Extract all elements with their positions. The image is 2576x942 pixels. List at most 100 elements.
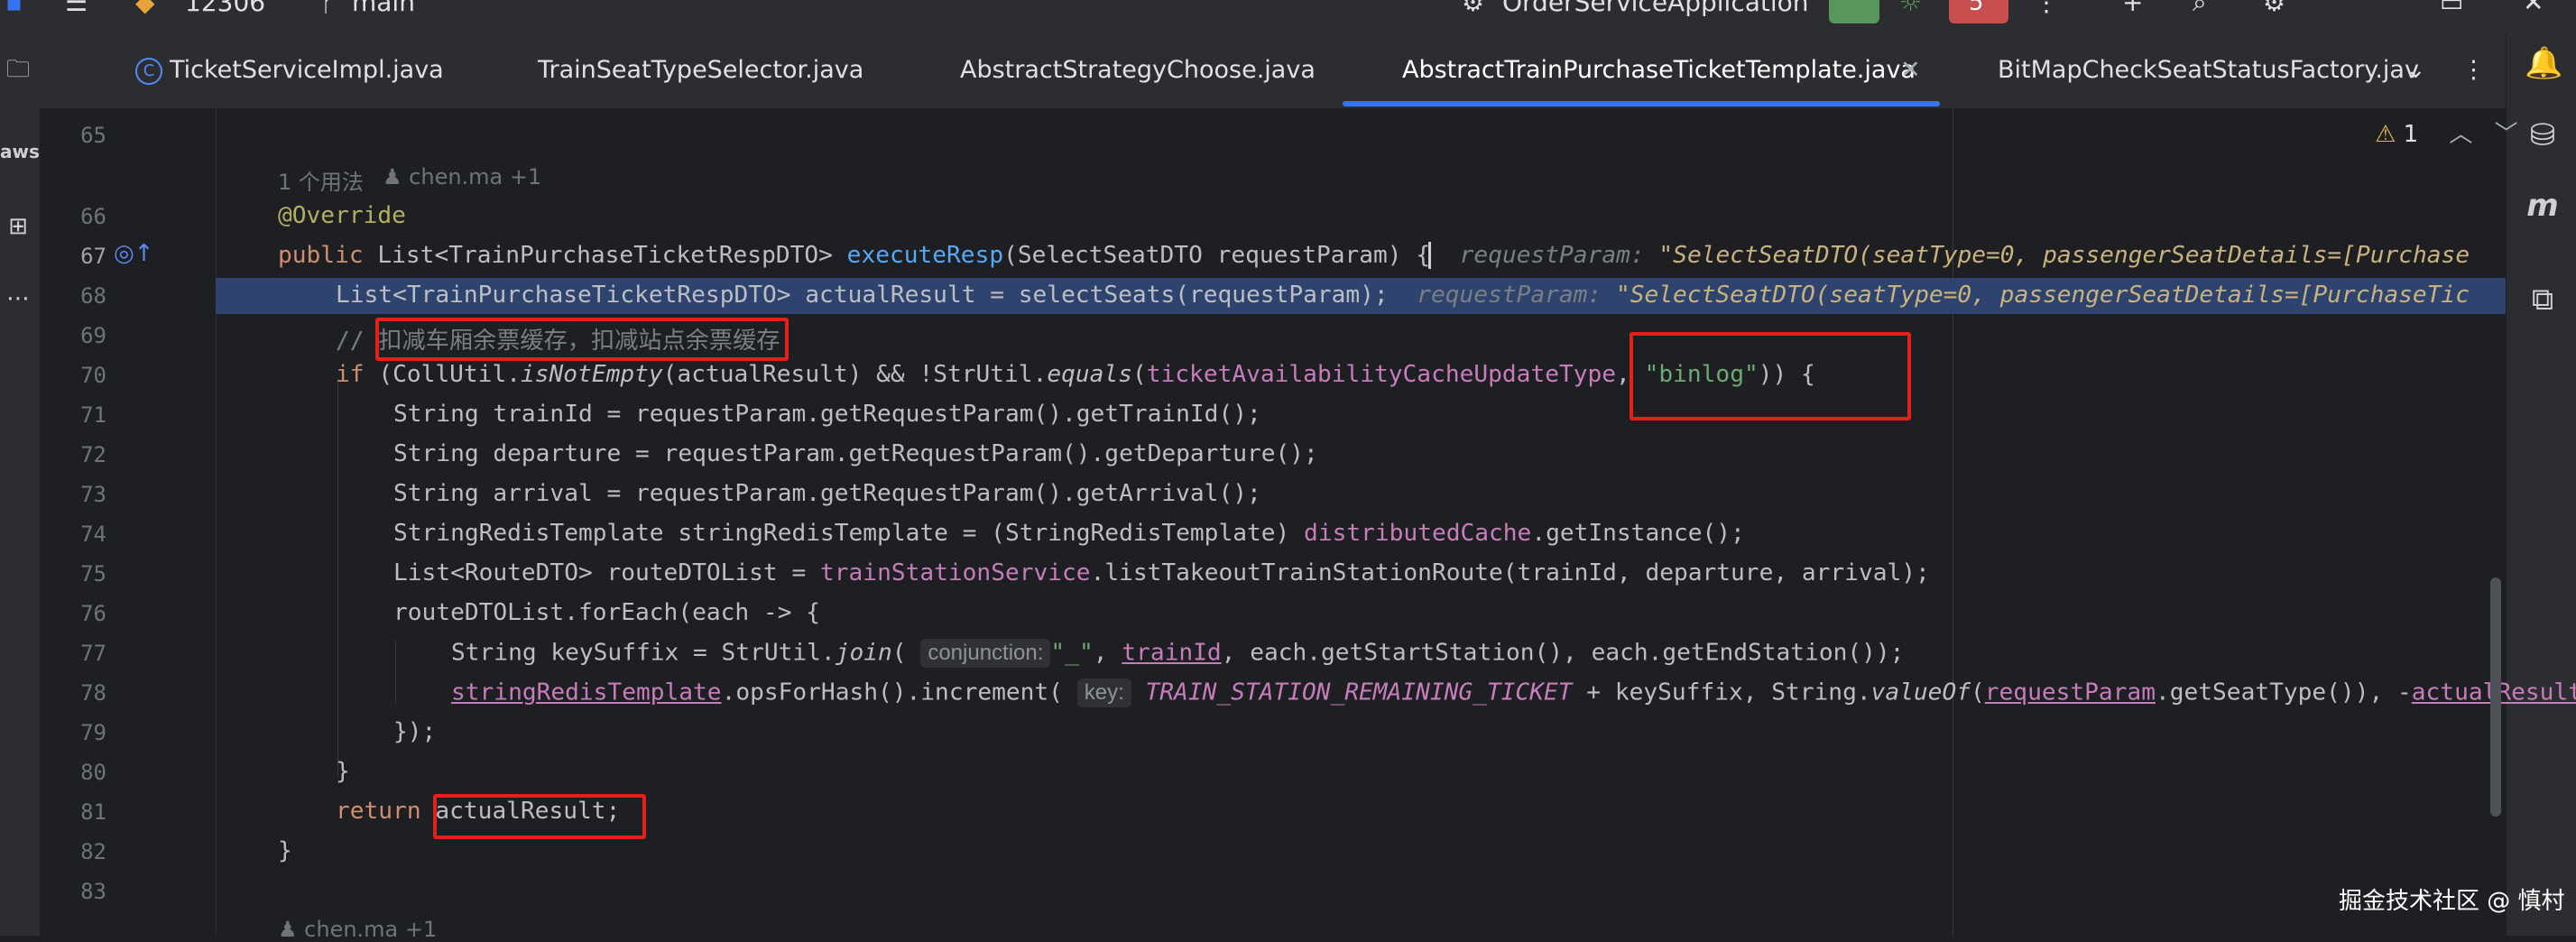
- tabs-dropdown-icon[interactable]: ⌄: [2405, 32, 2426, 108]
- tab-ticketserviceimpl[interactable]: C TicketServiceImpl.java: [135, 32, 444, 108]
- code-line-74: StringRedisTemplate stringRedisTemplate …: [393, 520, 1745, 547]
- tab-bitmapcheckseatstatus[interactable]: BitMapCheckSeatStatusFactory.jav: [1998, 32, 2419, 108]
- editor-tab-bar: C TicketServiceImpl.java TrainSeatTypeSel…: [40, 32, 2506, 110]
- author-name: chen.ma +1: [409, 164, 542, 189]
- structure-icon[interactable]: ⊞: [0, 213, 36, 240]
- branch-name[interactable]: main: [352, 0, 415, 17]
- warning-icon: ⚠: [2375, 121, 2396, 148]
- aws-icon[interactable]: aws: [0, 141, 40, 162]
- inlay-hint-conjunction: conjunction:: [920, 639, 1051, 668]
- line-number: 83: [80, 879, 106, 904]
- person-icon: ♟: [278, 917, 298, 942]
- active-tab-indicator: [1343, 101, 1940, 106]
- highlight-box-comment: [375, 318, 789, 361]
- project-name[interactable]: 12306: [185, 0, 265, 17]
- search-icon[interactable]: ⌕: [2193, 0, 2207, 18]
- add-user-icon[interactable]: +: [2122, 0, 2143, 17]
- branch-icon: ᚠ: [320, 0, 336, 17]
- notifications-bell-icon[interactable]: 🔔: [2525, 45, 2562, 81]
- line-number: 79: [80, 720, 106, 745]
- project-folder-icon[interactable]: 🗀: [0, 52, 36, 92]
- line-number: 66: [80, 204, 106, 229]
- tab-label: TrainSeatTypeSelector.java: [538, 56, 864, 84]
- code-line-67: public List<TrainPurchaseTicketRespDTO> …: [278, 242, 2470, 269]
- run-button[interactable]: [1829, 0, 1879, 23]
- line-number: 78: [80, 680, 106, 706]
- line-number: 75: [80, 561, 106, 586]
- code-line-68: List<TrainPurchaseTicketRespDTO> actualR…: [336, 282, 2470, 309]
- maven-icon[interactable]: m: [2525, 188, 2561, 224]
- param-hint-value: "SelectSeatDTO(seatType=0, passengerSeat…: [1658, 242, 2470, 269]
- code-line-71: String trainId = requestParam.getRequest…: [393, 401, 1261, 428]
- line-number: 73: [80, 482, 106, 507]
- line-number: 81: [80, 799, 106, 825]
- warnings-indicator[interactable]: ⚠ 1 ︿ ﹀: [2375, 115, 2518, 149]
- notification-count: 5: [1969, 0, 1984, 16]
- person-icon: ♟: [383, 164, 402, 189]
- main-menu-icon[interactable]: ☰: [65, 0, 88, 17]
- indent-guide: [337, 379, 338, 776]
- tabs-more-icon[interactable]: ⋮: [2461, 32, 2486, 108]
- run-config-name[interactable]: OrderServiceApplication: [1502, 0, 1809, 17]
- close-window-icon[interactable]: ✕: [2523, 0, 2544, 17]
- title-bar: ▪ ☰ ◆ 12306 ᚠ main ⚙ OrderServiceApplica…: [0, 0, 2576, 32]
- project-icon: ◆: [135, 0, 155, 17]
- next-highlight-icon[interactable]: ﹀: [2495, 121, 2518, 148]
- line-number: 70: [80, 363, 106, 388]
- code-line-76: routeDTOList.forEach(each -> {: [393, 599, 820, 626]
- database-icon[interactable]: ⛁: [2525, 117, 2561, 153]
- tab-label: TicketServiceImpl.java: [170, 56, 444, 84]
- copy-icon[interactable]: ⧉: [2525, 282, 2561, 318]
- indent-guide: [395, 641, 396, 704]
- tab-label: AbstractTrainPurchaseTicketTemplate.java: [1402, 56, 1916, 84]
- tab-abstractstrategychoose[interactable]: AbstractStrategyChoose.java: [960, 32, 1316, 108]
- param-hint-label: requestParam:: [1417, 282, 1602, 309]
- param-hint-label: requestParam:: [1459, 242, 1645, 269]
- watermark: 掘金技术社区 @ 慎村: [2339, 888, 2565, 915]
- app-logo-icon: ▪: [5, 0, 23, 17]
- line-number: 77: [80, 641, 106, 666]
- code-line-82: }: [278, 837, 292, 864]
- warning-count: 1: [2403, 121, 2419, 148]
- highlight-box-return: [433, 794, 646, 839]
- constant-name: TRAIN_STATION_REMAINING_TICKET: [1145, 679, 1573, 706]
- code-line-75: List<RouteDTO> routeDTOList = trainStati…: [393, 559, 1930, 586]
- code-line-72: String departure = requestParam.getReque…: [393, 440, 1318, 467]
- line-number: 65: [80, 123, 106, 148]
- line-number: 71: [80, 402, 106, 428]
- line-number: 76: [80, 601, 106, 626]
- debug-icon[interactable]: ☼: [1899, 0, 1922, 17]
- line-number: 74: [80, 522, 106, 547]
- more-icon[interactable]: ⋮: [2034, 0, 2059, 17]
- line-number: 72: [80, 442, 106, 467]
- tab-abstracttrainpurchaseticket[interactable]: AbstractTrainPurchaseTicketTemplate.java: [1402, 32, 1916, 108]
- code-line-73: String arrival = requestParam.getRequest…: [393, 480, 1261, 507]
- restore-window-icon[interactable]: ▭: [2440, 0, 2463, 17]
- line-number: 82: [80, 839, 106, 864]
- usages-hint[interactable]: 1 个用法: [278, 164, 364, 196]
- author-name: chen.ma +1: [304, 917, 438, 942]
- author-hint[interactable]: ♟ chen.ma +1: [383, 164, 541, 189]
- inlay-hint-key: key:: [1076, 679, 1131, 707]
- code-line-80: }: [336, 758, 350, 785]
- tab-label: BitMapCheckSeatStatusFactory.jav: [1998, 56, 2419, 84]
- code-line-77: String keySuffix = StrUtil.join( conjunc…: [451, 639, 1905, 668]
- tab-close-icon[interactable]: ✕: [1900, 32, 1921, 108]
- settings-icon[interactable]: ⚙: [2263, 0, 2285, 17]
- author-hint-next[interactable]: ♟ chen.ma +1: [278, 917, 437, 942]
- line-number: 67: [80, 244, 106, 269]
- class-icon: C: [135, 57, 162, 85]
- override-marker-icon[interactable]: ◎↑: [114, 240, 153, 267]
- underscore-string: "_": [1050, 639, 1094, 667]
- more-tools-icon[interactable]: ⋯: [0, 285, 36, 312]
- editor-scrollbar[interactable]: [2490, 577, 2501, 817]
- right-tool-strip: 🔔 ⛁ m ⧉: [2506, 32, 2576, 936]
- line-number: 80: [80, 760, 106, 785]
- param-hint-value: "SelectSeatDTO(seatType=0, passengerSeat…: [1615, 282, 2470, 309]
- previous-highlight-icon[interactable]: ︿: [2449, 121, 2472, 148]
- tab-trainseattypeselector[interactable]: TrainSeatTypeSelector.java: [538, 32, 863, 108]
- line-number: 69: [80, 323, 106, 348]
- highlight-box-binlog: [1630, 332, 1911, 420]
- left-tool-strip: 🗀 aws ⊞ ⋯: [0, 32, 40, 936]
- code-line-66: @Override: [278, 202, 406, 229]
